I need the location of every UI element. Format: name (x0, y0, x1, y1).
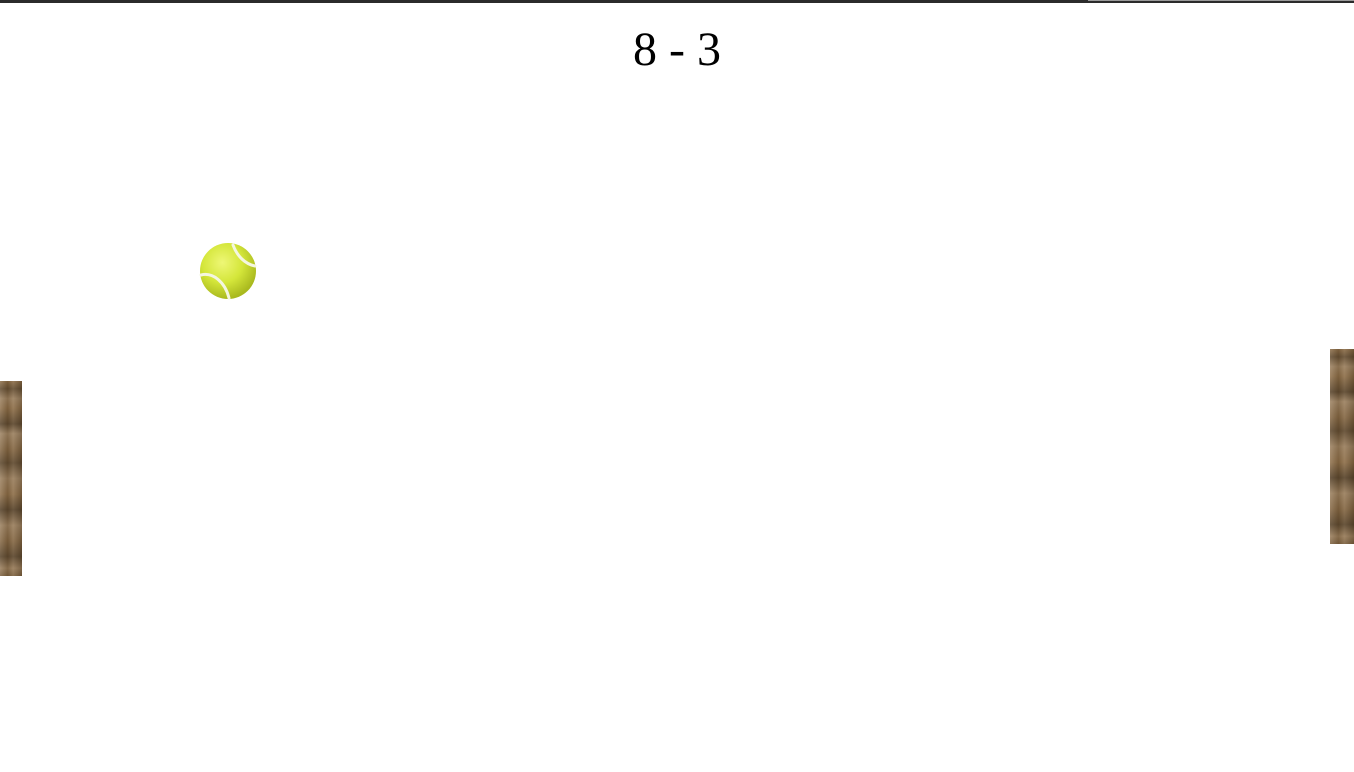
tennis-ball-icon (199, 242, 257, 300)
score-display: 8 - 3 (633, 23, 721, 76)
top-border (0, 0, 1354, 3)
game-field[interactable]: 8 - 3 (0, 0, 1354, 772)
left-paddle[interactable] (0, 381, 22, 576)
right-paddle[interactable] (1330, 349, 1354, 544)
